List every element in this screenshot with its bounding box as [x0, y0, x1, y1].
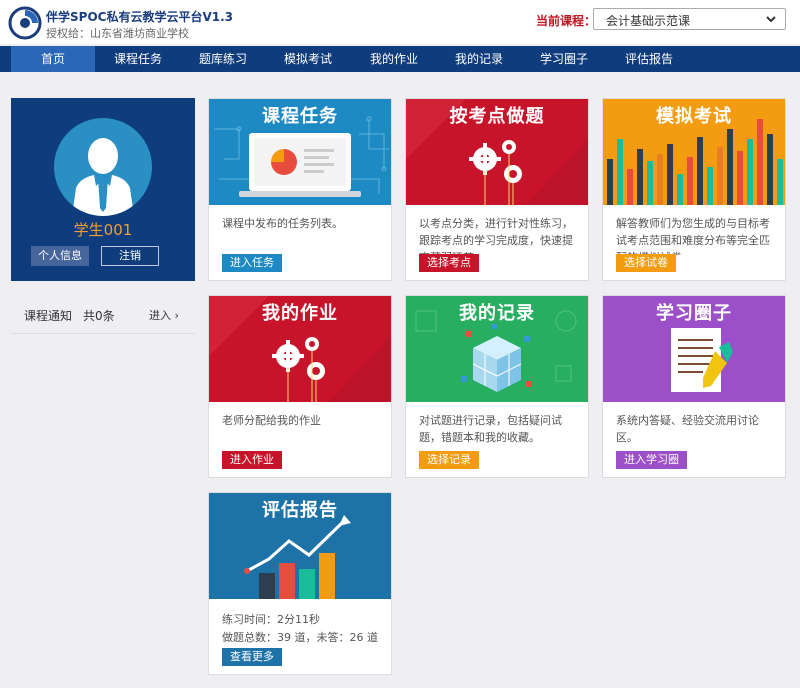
current-course-label: 当前课程： — [536, 14, 597, 28]
nav-study-circle[interactable]: 学习圈子 — [522, 46, 606, 72]
card-description: 解答教师们为您生成的与目标考试考点范围和难度分布等完全匹配的模拟试卷 — [616, 217, 770, 255]
app-title: 伴学SPOC私有云教学云平台V1.3 — [46, 10, 233, 24]
card-title: 我的作业 — [262, 303, 338, 324]
chevron-down-icon — [766, 16, 776, 23]
card-title: 我的记录 — [459, 303, 535, 324]
select-topic-button[interactable]: 选择考点 — [419, 254, 479, 272]
profile-panel: 学生001 个人信息 注销 — [11, 98, 195, 281]
card-practice-by-topic[interactable]: 按考点做题 以考点分类，进行针对性练习，跟踪考点的学习完成度，快速提高薄弱环节 … — [405, 98, 589, 281]
course-select-value: 会计基础示范课 — [606, 14, 691, 28]
app-header: 伴学SPOC私有云教学云平台V1.3 授权给：山东省潍坊商业学校 当前课程： 会… — [0, 0, 800, 44]
question-totals: 做题总数：39 道，未答：26 道 — [222, 631, 378, 644]
course-notice: 课程通知 共0条 进入 › — [11, 298, 195, 334]
practice-time: 练习时间：2分11秒 — [222, 613, 320, 626]
card-description: 课程中发布的任务列表。 — [222, 217, 343, 230]
notice-count: 共0条 — [83, 309, 115, 323]
nav-question-bank[interactable]: 题库练习 — [181, 46, 265, 72]
card-my-records[interactable]: 我的记录 对试题进行记录，包括疑问试题，错题本和我的收藏。 选择记录 — [405, 295, 589, 478]
enter-study-circle-button[interactable]: 进入学习圈 — [616, 451, 687, 469]
nav-my-homework[interactable]: 我的作业 — [352, 46, 436, 72]
enter-task-button[interactable]: 进入任务 — [222, 254, 282, 272]
nav-assessment-report[interactable]: 评估报告 — [607, 46, 691, 72]
view-more-button[interactable]: 查看更多 — [222, 648, 282, 666]
card-description: 对试题进行记录，包括疑问试题，错题本和我的收藏。 — [419, 414, 562, 444]
card-title: 评估报告 — [262, 500, 338, 521]
card-course-tasks[interactable]: 课程任务 课程中发布的任务列表。 进入任务 — [208, 98, 392, 281]
card-title: 学习圈子 — [656, 303, 732, 324]
nav-home[interactable]: 首页 — [11, 46, 95, 72]
logout-button[interactable]: 注销 — [101, 246, 159, 266]
notice-enter-link[interactable]: 进入 › — [149, 307, 179, 323]
select-record-button[interactable]: 选择记录 — [419, 451, 479, 469]
select-exam-button[interactable]: 选择试卷 — [616, 254, 676, 272]
card-description: 系统内答疑、经验交流用讨论区。 — [616, 414, 759, 444]
card-mock-exam[interactable]: 模拟考试 解答教师们为您生成的与目标考试考点范围和难度分布等完全匹配的模拟试卷 … — [602, 98, 786, 281]
card-my-homework[interactable]: 我的作业 老师分配给我的作业 进入作业 — [208, 295, 392, 478]
course-select[interactable]: 会计基础示范课 — [593, 8, 786, 30]
card-title: 模拟考试 — [656, 106, 732, 127]
card-title: 按考点做题 — [449, 106, 545, 127]
card-title: 课程任务 — [262, 106, 338, 127]
nav-mock-exam[interactable]: 模拟考试 — [266, 46, 350, 72]
card-assessment-report[interactable]: 评估报告 练习时间：2分11秒 做题总数：39 道，未答：26 道 查看更多 — [208, 492, 392, 675]
main-nav: 首页 课程任务 题库练习 模拟考试 我的作业 我的记录 学习圈子 评估报告 — [0, 46, 800, 72]
card-study-circle[interactable]: 学习圈子 系统内答疑、经验交流用讨论区。 进入学习圈 — [602, 295, 786, 478]
nav-my-records[interactable]: 我的记录 — [437, 46, 521, 72]
enter-homework-button[interactable]: 进入作业 — [222, 451, 282, 469]
user-avatar-icon — [72, 138, 134, 216]
card-description: 老师分配给我的作业 — [222, 414, 321, 427]
student-name: 学生001 — [73, 221, 133, 239]
notice-label: 课程通知 — [24, 309, 73, 323]
app-logo-icon — [8, 6, 42, 40]
personal-info-button[interactable]: 个人信息 — [31, 246, 89, 266]
card-description: 以考点分类，进行针对性练习，跟踪考点的学习完成度，快速提高薄弱环节 — [419, 217, 573, 255]
nav-course-tasks[interactable]: 课程任务 — [96, 46, 180, 72]
avatar — [54, 118, 152, 216]
licensed-to: 授权给：山东省潍坊商业学校 — [46, 27, 189, 40]
